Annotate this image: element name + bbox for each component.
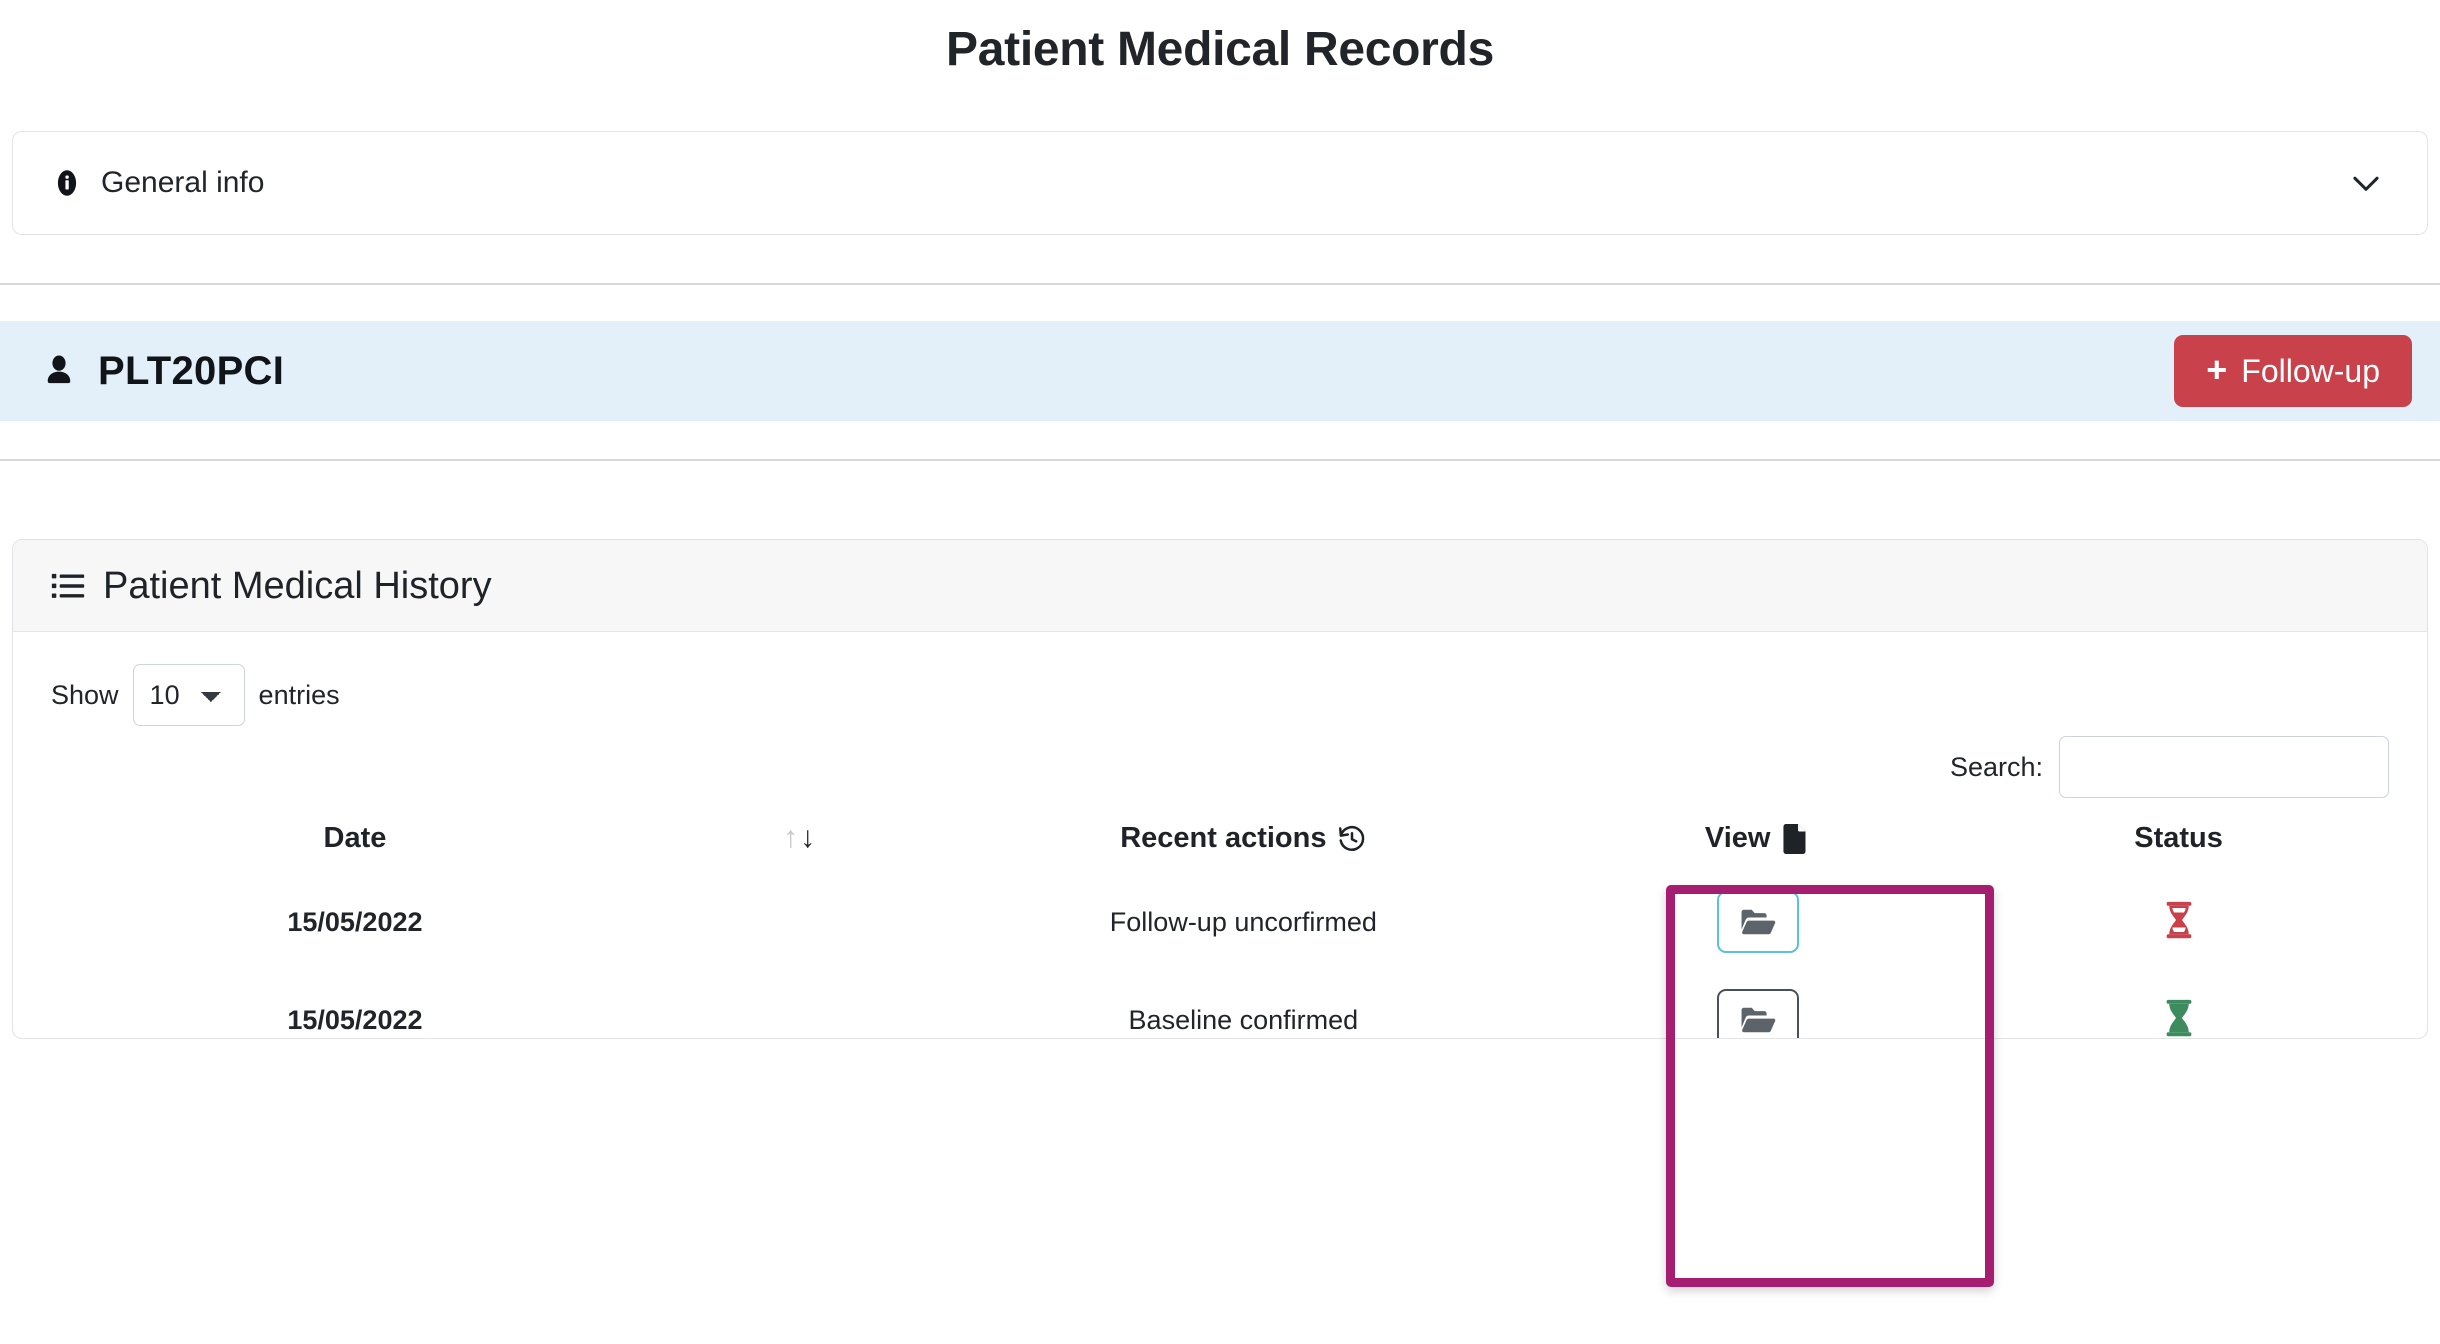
show-entries-group: Show 10 entries: [51, 664, 340, 726]
add-followup-button[interactable]: + Follow-up: [2174, 335, 2412, 407]
table-search-group: Search:: [51, 736, 2389, 798]
table-head: Date ↑ ↓ Recent actions View Status: [51, 812, 2389, 873]
history-icon: [1337, 824, 1367, 854]
cell-sort-spacer: [659, 971, 940, 1038]
column-header-view[interactable]: View: [1547, 812, 1968, 873]
sort-arrows-icon[interactable]: ↑ ↓: [783, 823, 815, 853]
patient-id: PLT20PCI: [98, 348, 285, 393]
cell-date: 15/05/2022: [287, 1004, 423, 1035]
page-root: Patient Medical Records General info PLT…: [0, 0, 2440, 1344]
column-header-sort[interactable]: ↑ ↓: [659, 812, 940, 873]
column-header-status-label: Status: [2134, 822, 2223, 854]
table-header-row: Date ↑ ↓ Recent actions View Status: [51, 812, 2389, 873]
show-label: Show: [51, 679, 119, 710]
cell-recent-action: Follow-up uncorfirmed: [1109, 906, 1377, 937]
search-input[interactable]: [2059, 736, 2389, 798]
sort-ascending-icon: ↑: [783, 821, 799, 854]
plus-icon: +: [2206, 349, 2228, 390]
user-icon: [42, 354, 76, 388]
cell-recent-action: Baseline confirmed: [1128, 1004, 1359, 1035]
entries-label: entries: [258, 679, 340, 710]
document-icon: [1780, 823, 1810, 854]
search-label: Search:: [1949, 751, 2043, 782]
general-info-left: General info: [53, 168, 264, 198]
cell-status: [1968, 873, 2389, 971]
table-body: 15/05/2022 Follow-up uncorfirmed 15/05/2…: [51, 873, 2389, 1039]
history-card-header: Patient Medical History: [13, 540, 2427, 632]
column-header-view-label: View: [1704, 822, 1771, 854]
folder-open-icon: [1740, 908, 1776, 936]
general-info-label: General info: [101, 166, 265, 199]
general-info-card[interactable]: General info: [12, 131, 2428, 235]
view-record-button[interactable]: [1716, 891, 1799, 953]
info-circle-icon: [53, 169, 81, 197]
patient-medical-history-card: Patient Medical History Show 10 entries …: [12, 539, 2428, 1039]
cell-view: [1547, 873, 1968, 971]
divider-mid: [0, 459, 2440, 461]
table-row[interactable]: 15/05/2022 Follow-up uncorfirmed: [51, 873, 2389, 971]
table-length-controls: Show 10 entries: [51, 632, 2389, 726]
sort-descending-icon: ↓: [800, 821, 816, 854]
hourglass-start-icon: [2162, 899, 2196, 941]
patient-identity: PLT20PCI: [42, 349, 284, 394]
column-header-date[interactable]: Date: [51, 812, 659, 873]
cell-status: [1968, 971, 2389, 1039]
history-card-title: Patient Medical History: [103, 564, 492, 607]
view-header-inline: View: [1705, 822, 1811, 855]
chevron-down-icon[interactable]: [2347, 164, 2385, 202]
cell-sort-spacer: [659, 873, 940, 971]
page-size-select[interactable]: 10: [132, 664, 245, 726]
hourglass-end-icon: [2162, 997, 2196, 1039]
page-title: Patient Medical Records: [946, 23, 1494, 76]
divider-top: [0, 283, 2440, 285]
cell-view: [1547, 971, 1968, 1038]
patient-banner: PLT20PCI + Follow-up: [0, 321, 2440, 421]
column-header-recent-actions[interactable]: Recent actions: [939, 812, 1547, 873]
cell-date: 15/05/2022: [287, 906, 423, 937]
history-card-body: Show 10 entries Search: Date ↑ ↓ Recent …: [13, 632, 2427, 1039]
column-header-recent-actions-label: Recent actions: [1120, 822, 1327, 854]
list-icon: [51, 569, 85, 603]
column-header-status[interactable]: Status: [1968, 812, 2389, 873]
table-row[interactable]: 15/05/2022 Baseline confirmed: [51, 971, 2389, 1039]
column-header-date-label: Date: [323, 822, 387, 854]
folder-open-icon: [1740, 1006, 1776, 1034]
add-followup-label: Follow-up: [2241, 353, 2380, 389]
medical-history-table: Date ↑ ↓ Recent actions View Status 15/0…: [51, 812, 2389, 1039]
view-record-button[interactable]: [1716, 989, 1799, 1038]
recent-actions-header-inline: Recent actions: [1120, 822, 1366, 855]
